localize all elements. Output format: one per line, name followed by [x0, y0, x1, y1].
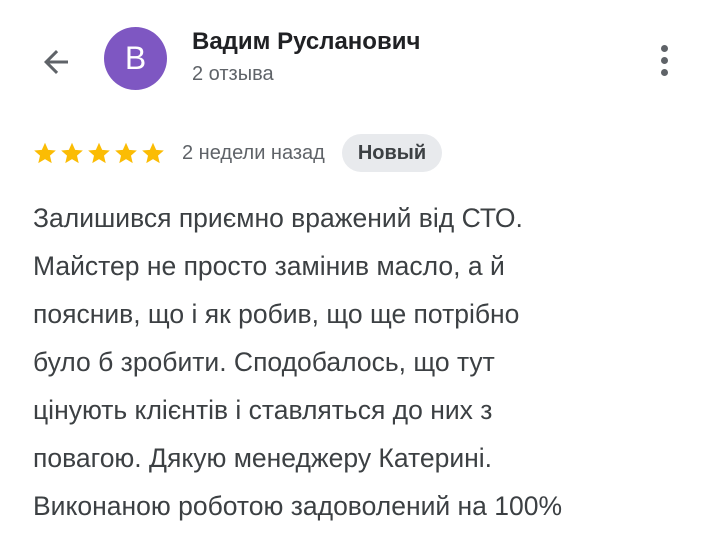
more-vert-icon [660, 44, 668, 52]
author-reviews-count: 2 отзыва [192, 63, 274, 85]
review-text-line: було б зробити. Сподобалось, що тут [33, 347, 495, 377]
new-badge: Новый [341, 134, 443, 172]
review-text-line: Залишився приємно вражений від СТО. [33, 203, 523, 233]
star-rating [32, 140, 166, 166]
more-vert-icon-dot [660, 56, 668, 64]
review-text: Залишився приємно вражений від СТО. Майст… [33, 194, 703, 530]
star-filled-icon [61, 142, 83, 164]
review-text-line: повагою. Дякую менеджеру Катерині. [33, 443, 493, 473]
more-options-button[interactable] [650, 38, 678, 82]
avatar[interactable]: В [104, 27, 167, 90]
review-screen: В Вадим Русланович 2 отзыва 2 недели наз… [0, 0, 717, 542]
star-filled-icon [142, 142, 164, 164]
author-name[interactable]: Вадим Русланович [192, 28, 420, 56]
review-text-line: цінують клієнтів і ставляться до них з [33, 395, 493, 425]
arrow-back-icon [44, 50, 68, 74]
review-text-line: Виконаною роботою задоволений на 100% [33, 491, 563, 521]
more-vert-icon-dot [660, 68, 668, 76]
review-text-line: пояснив, що і як робив, що ще потрібно [33, 299, 520, 329]
review-date: 2 недели назад [182, 141, 325, 164]
back-button[interactable] [34, 40, 78, 84]
avatar-letter: В [124, 40, 147, 76]
star-filled-icon [88, 142, 110, 164]
rating-row: 2 недели назад Новый [32, 134, 443, 172]
review-text-line: Майстер не просто замінив масло, а й [33, 251, 505, 281]
star-filled-icon [115, 142, 137, 164]
star-filled-icon [34, 142, 56, 164]
